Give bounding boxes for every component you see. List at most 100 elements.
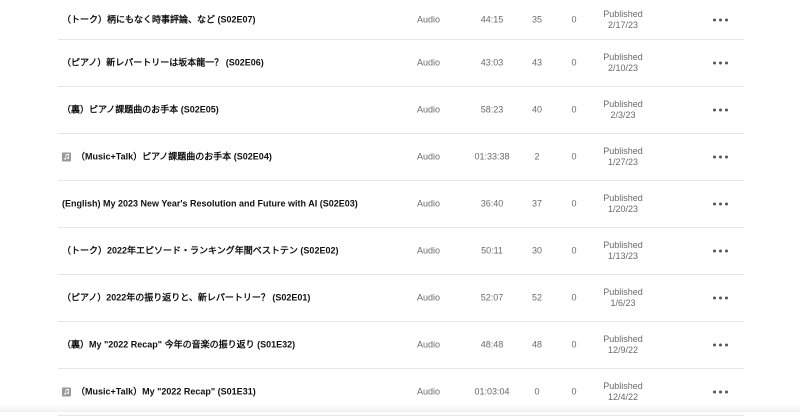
episode-title[interactable]: （ピアノ）新レパートリーは坂本龍一？ (S02E06) — [62, 58, 264, 69]
episode-plays: 48 — [524, 340, 550, 351]
more-options-icon — [725, 297, 728, 300]
more-options-icon — [725, 391, 728, 394]
status-label: Published — [598, 240, 648, 251]
more-options-button[interactable] — [711, 387, 730, 398]
episode-title[interactable]: （裏）My "2022 Recap" 今年の音楽の振り返り (S01E32) — [62, 340, 295, 351]
episode-row[interactable]: （トーク）柄にもなく時事評論、など (S02E07) Audio 44:15 3… — [58, 0, 744, 40]
episode-title-cell[interactable]: （Music+Talk）My "2022 Recap" (S01E31) — [62, 387, 256, 398]
episode-row[interactable]: （ピアノ）新レパートリーは坂本龍一？ (S02E06) Audio 43:03 … — [58, 40, 744, 87]
more-options-icon — [725, 62, 728, 65]
more-options-icon — [725, 18, 728, 21]
episode-comments: 0 — [566, 246, 582, 257]
episode-status: Published 1/6/23 — [598, 287, 648, 309]
more-options-button[interactable] — [711, 105, 730, 116]
more-options-button[interactable] — [711, 58, 730, 69]
episode-plays: 30 — [524, 246, 550, 257]
episode-row[interactable]: (English) My 2023 New Year's Resolution … — [58, 181, 744, 228]
episode-type: Audio — [417, 293, 440, 304]
bottom-fade — [0, 404, 800, 412]
more-options-icon — [713, 203, 716, 206]
status-label: Published — [598, 9, 648, 20]
episode-plays: 52 — [524, 293, 550, 304]
more-options-icon — [725, 156, 728, 159]
publish-date: 1/20/23 — [598, 204, 648, 215]
episode-duration: 01:33:38 — [462, 152, 522, 163]
episode-comments: 0 — [566, 152, 582, 163]
publish-date: 2/17/23 — [598, 20, 648, 31]
episode-title[interactable]: （トーク）2022年エピソード・ランキング年間ベストテン (S02E02) — [62, 246, 338, 257]
more-options-icon — [713, 250, 716, 253]
episode-title[interactable]: （トーク）柄にもなく時事評論、など (S02E07) — [62, 14, 256, 25]
more-options-icon — [719, 344, 722, 347]
status-label: Published — [598, 287, 648, 298]
episode-type: Audio — [417, 340, 440, 351]
episode-title-cell[interactable]: （ピアノ）新レパートリーは坂本龍一？ (S02E06) — [62, 58, 264, 69]
episode-status: Published 12/9/22 — [598, 334, 648, 356]
episode-comments: 0 — [566, 58, 582, 69]
more-options-button[interactable] — [711, 14, 730, 25]
episode-title[interactable]: （ピアノ）2022年の振り返りと、新レパートリー？ (S02E01) — [62, 293, 310, 304]
more-options-icon — [719, 391, 722, 394]
episode-row[interactable]: （裏）My "2022 Recap" 今年の音楽の振り返り (S01E32) A… — [58, 322, 744, 369]
more-options-button[interactable] — [711, 340, 730, 351]
episode-comments: 0 — [566, 105, 582, 116]
episode-type: Audio — [417, 246, 440, 257]
episode-plays: 2 — [524, 152, 550, 163]
episode-title[interactable]: (English) My 2023 New Year's Resolution … — [62, 199, 358, 210]
status-label: Published — [598, 193, 648, 204]
music-note-icon — [62, 153, 71, 162]
episode-status: Published 12/4/22 — [598, 381, 648, 403]
episode-title-cell[interactable]: （ピアノ）2022年の振り返りと、新レパートリー？ (S02E01) — [62, 293, 310, 304]
episode-row[interactable]: （ピアノ）2022年の振り返りと、新レパートリー？ (S02E01) Audio… — [58, 275, 744, 322]
episode-duration: 01:03:04 — [462, 387, 522, 398]
publish-date: 2/10/23 — [598, 63, 648, 74]
episode-plays: 43 — [524, 58, 550, 69]
episode-type: Audio — [417, 14, 440, 25]
more-options-button[interactable] — [711, 293, 730, 304]
episode-title-cell[interactable]: （裏）ピアノ課題曲のお手本 (S02E05) — [62, 105, 219, 116]
more-options-icon — [713, 391, 716, 394]
more-options-button[interactable] — [711, 152, 730, 163]
episode-status: Published 2/3/23 — [598, 99, 648, 121]
episode-comments: 0 — [566, 199, 582, 210]
episode-comments: 0 — [566, 293, 582, 304]
episode-title-cell[interactable]: （トーク）柄にもなく時事評論、など (S02E07) — [62, 14, 256, 25]
status-label: Published — [598, 334, 648, 345]
more-options-icon — [725, 203, 728, 206]
more-options-icon — [719, 109, 722, 112]
more-options-button[interactable] — [711, 199, 730, 210]
more-options-button[interactable] — [711, 246, 730, 257]
publish-date: 12/9/22 — [598, 345, 648, 356]
more-options-icon — [719, 297, 722, 300]
episode-row[interactable]: （Music+Talk）ピアノ課題曲のお手本 (S02E04) Audio 01… — [58, 134, 744, 181]
episode-title-cell[interactable]: （Music+Talk）ピアノ課題曲のお手本 (S02E04) — [62, 152, 272, 163]
episode-plays: 37 — [524, 199, 550, 210]
publish-date: 2/3/23 — [598, 110, 648, 121]
episode-type: Audio — [417, 387, 440, 398]
episode-duration: 52:07 — [462, 293, 522, 304]
episode-duration: 36:40 — [462, 199, 522, 210]
episode-title-cell[interactable]: （裏）My "2022 Recap" 今年の音楽の振り返り (S01E32) — [62, 340, 295, 351]
more-options-icon — [719, 62, 722, 65]
more-options-icon — [719, 156, 722, 159]
more-options-icon — [713, 156, 716, 159]
episode-duration: 44:15 — [462, 14, 522, 25]
episode-title[interactable]: （Music+Talk）ピアノ課題曲のお手本 (S02E04) — [76, 152, 272, 163]
episode-title-cell[interactable]: （トーク）2022年エピソード・ランキング年間ベストテン (S02E02) — [62, 246, 338, 257]
more-options-icon — [719, 203, 722, 206]
episode-status: Published 2/17/23 — [598, 9, 648, 31]
music-note-icon — [62, 388, 71, 397]
episode-plays: 35 — [524, 14, 550, 25]
episode-row[interactable]: （裏）ピアノ課題曲のお手本 (S02E05) Audio 58:23 40 0 … — [58, 87, 744, 134]
episode-title[interactable]: （Music+Talk）My "2022 Recap" (S01E31) — [76, 387, 256, 398]
episode-title-cell[interactable]: (English) My 2023 New Year's Resolution … — [62, 199, 358, 210]
episode-duration: 58:23 — [462, 105, 522, 116]
episode-duration: 43:03 — [462, 58, 522, 69]
episode-row[interactable]: （トーク）2022年エピソード・ランキング年間ベストテン (S02E02) Au… — [58, 228, 744, 275]
episode-status: Published 1/20/23 — [598, 193, 648, 215]
more-options-icon — [719, 18, 722, 21]
episode-type: Audio — [417, 199, 440, 210]
episode-duration: 50:11 — [462, 246, 522, 257]
episode-type: Audio — [417, 152, 440, 163]
episode-title[interactable]: （裏）ピアノ課題曲のお手本 (S02E05) — [62, 105, 219, 116]
